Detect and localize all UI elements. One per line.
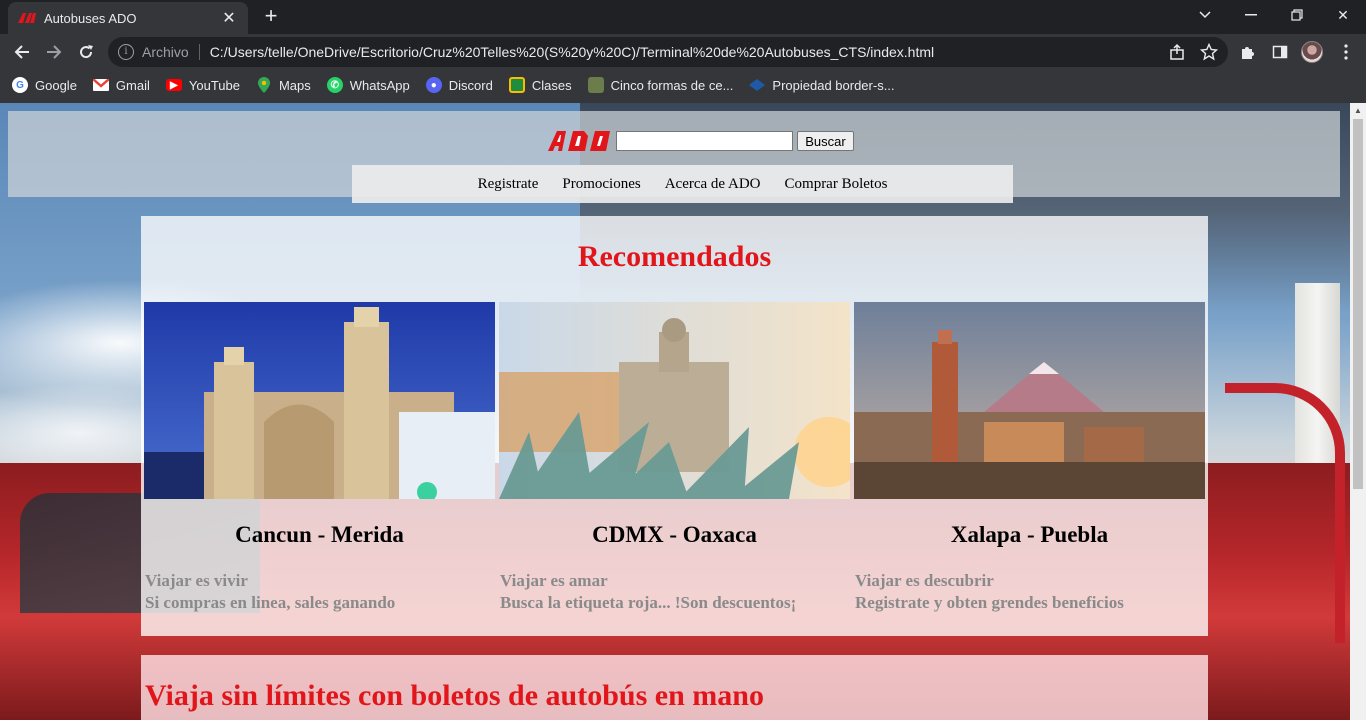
classroom-icon — [508, 77, 525, 93]
site-info-icon[interactable]: i — [118, 44, 134, 60]
bookmark-cinco-formas[interactable]: Cinco formas de ce... — [587, 77, 734, 93]
recomendados-section: Recomendados Cancun - Merida CDMX - Oaxa… — [141, 216, 1208, 636]
gmail-icon — [92, 77, 109, 93]
side-panel-icon[interactable] — [1266, 38, 1294, 66]
card-tagline: Viajar es vivir — [145, 571, 248, 590]
bookmark-google[interactable]: G Google — [12, 77, 77, 93]
background-bus-mirror — [1225, 383, 1345, 643]
bookmark-clases[interactable]: Clases — [508, 77, 572, 93]
card-image-xalapa-puebla[interactable] — [854, 302, 1205, 499]
google-icon: G — [12, 77, 28, 93]
nav-registrate[interactable]: Registrate — [478, 176, 539, 193]
minimize-window-icon[interactable] — [1228, 0, 1274, 30]
extensions-puzzle-icon[interactable] — [1234, 38, 1262, 66]
nav-acerca-de-ado[interactable]: Acerca de ADO — [665, 176, 761, 193]
address-scheme: Archivo — [142, 44, 189, 60]
card-image-cancun-merida[interactable] — [144, 302, 495, 499]
ado-logo[interactable] — [548, 131, 612, 151]
bookmark-youtube[interactable]: ▶ YouTube — [165, 77, 240, 93]
forward-arrow-icon[interactable] — [40, 38, 68, 66]
bookmark-label: Google — [35, 77, 77, 93]
ado-favicon-icon — [18, 13, 36, 23]
bookmark-label: Propiedad border-s... — [772, 77, 895, 93]
card-title-xalapa-puebla[interactable]: Xalapa - Puebla — [854, 522, 1205, 548]
bookmark-label: Clases — [531, 77, 572, 93]
discord-icon: ● — [425, 77, 442, 93]
site-icon — [587, 77, 604, 93]
tab-title: Autobuses ADO — [44, 10, 137, 26]
bookmark-label: WhatsApp — [349, 77, 410, 93]
maps-icon — [256, 77, 272, 93]
main-nav: Registrate Promociones Acerca de ADO Com… — [352, 165, 1013, 203]
browser-toolbar: i Archivo C:/Users/telle/OneDrive/Escrit… — [0, 34, 1366, 70]
bookmark-whatsapp[interactable]: ✆ WhatsApp — [326, 77, 410, 93]
card-title-cdmx-oaxaca[interactable]: CDMX - Oaxaca — [499, 522, 850, 548]
bookmark-gmail[interactable]: Gmail — [92, 77, 150, 93]
bookmark-maps[interactable]: Maps — [256, 77, 311, 93]
site-header: Buscar Registrate Promociones Acerca de … — [8, 111, 1340, 203]
share-icon[interactable] — [1168, 43, 1186, 61]
profile-avatar[interactable] — [1298, 38, 1326, 66]
whatsapp-icon: ✆ — [326, 77, 343, 93]
back-arrow-icon[interactable] — [8, 38, 36, 66]
bookmark-discord[interactable]: ● Discord — [425, 77, 493, 93]
banner-heading: Viaja sin límites con boletos de autobús… — [145, 679, 764, 712]
restore-window-icon[interactable] — [1274, 0, 1320, 30]
address-actions — [1168, 43, 1218, 61]
card-image-cdmx-oaxaca[interactable] — [499, 302, 850, 499]
search-button[interactable]: Buscar — [797, 131, 854, 151]
nav-comprar-boletos[interactable]: Comprar Boletos — [785, 176, 888, 193]
tab-search-chevron-icon[interactable] — [1182, 0, 1228, 30]
card-title-cancun-merida[interactable]: Cancun - Merida — [144, 522, 495, 548]
bookmarks-bar: G Google Gmail ▶ YouTube Maps ✆ WhatsApp… — [0, 70, 1366, 100]
bookmark-propiedad-border[interactable]: Propiedad border-s... — [749, 77, 895, 93]
close-tab-icon[interactable]: ✕ — [220, 8, 238, 28]
scroll-up-arrow-icon[interactable]: ▲ — [1350, 103, 1366, 119]
nav-promociones[interactable]: Promociones — [562, 176, 640, 193]
address-url[interactable]: C:/Users/telle/OneDrive/Escritorio/Cruz%… — [210, 44, 934, 60]
scrollbar-thumb[interactable] — [1353, 119, 1363, 489]
address-divider — [198, 44, 200, 60]
bookmark-label: Maps — [278, 77, 311, 93]
new-tab-button[interactable]: + — [258, 4, 284, 30]
site-icon — [749, 77, 766, 93]
card-description: Registrate y obten grendes beneficios — [855, 593, 1124, 612]
browser-tabstrip: Autobuses ADO ✕ + ✕ — [0, 0, 1366, 34]
page-scrollbar[interactable]: ▲ — [1350, 103, 1366, 720]
bookmark-label: Discord — [448, 77, 493, 93]
search-input[interactable] — [616, 131, 793, 151]
promo-banner: Viaja sin límites con boletos de autobús… — [141, 655, 1208, 720]
card-tagline: Viajar es amar — [500, 571, 608, 590]
address-bar[interactable]: i Archivo C:/Users/telle/OneDrive/Escrit… — [108, 37, 1228, 67]
bookmark-label: YouTube — [188, 77, 240, 93]
section-title: Recomendados — [577, 240, 772, 273]
avatar-image — [1301, 41, 1323, 63]
reload-icon[interactable] — [72, 38, 100, 66]
card-description: Si compras en linea, sales ganando — [145, 593, 396, 612]
card-tagline: Viajar es descubrir — [855, 571, 994, 590]
page-viewport: Buscar Registrate Promociones Acerca de … — [0, 103, 1350, 720]
youtube-icon: ▶ — [165, 79, 182, 91]
browser-menu-icon[interactable] — [1332, 38, 1360, 66]
bookmark-label: Cinco formas de ce... — [610, 77, 734, 93]
browser-tab[interactable]: Autobuses ADO ✕ — [8, 2, 248, 34]
card-description: Busca la etiqueta roja... !Son descuento… — [500, 593, 797, 612]
bookmark-label: Gmail — [115, 77, 150, 93]
bookmark-star-icon[interactable] — [1200, 43, 1218, 61]
close-window-icon[interactable]: ✕ — [1320, 0, 1366, 30]
